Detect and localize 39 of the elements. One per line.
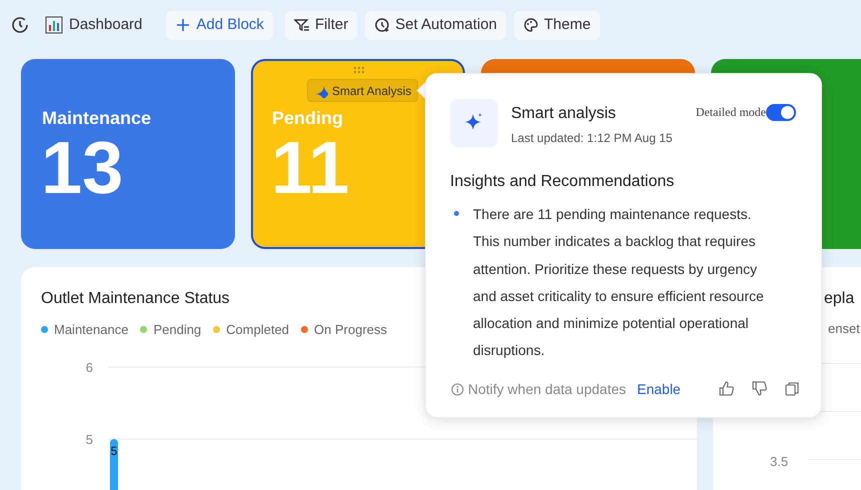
card-title: Pending <box>272 107 343 130</box>
axis-tick-label: 3.5 <box>770 453 788 471</box>
notify-text: Notify when data updates <box>468 380 626 399</box>
bullet-icon <box>454 211 459 216</box>
toolbar-button[interactable]: Set Automation <box>365 10 506 40</box>
drag-handle-icon[interactable] <box>353 66 365 74</box>
plus-icon <box>175 17 192 33</box>
legend-label: Completed <box>226 321 290 339</box>
chart-title: epla <box>824 289 854 309</box>
bar <box>110 438 118 490</box>
copy-icon[interactable] <box>785 381 799 396</box>
enable-link[interactable]: Enable <box>637 379 681 400</box>
clock-icon <box>374 17 390 33</box>
toolbar-button[interactable]: Theme <box>514 10 600 40</box>
info-icon <box>451 383 464 396</box>
legend-label: Pending <box>153 321 202 339</box>
smart-analysis-chip[interactable]: Smart Analysis <box>307 79 418 102</box>
detailed-mode-toggle[interactable] <box>766 104 796 121</box>
popover-title: Smart analysis <box>511 104 616 124</box>
legend-label: On Progress <box>314 321 388 339</box>
bar-value-label: 5 <box>110 444 118 458</box>
stat-card[interactable]: Maintenance 13 <box>21 59 235 249</box>
palette-icon <box>523 17 540 33</box>
legend-label: enset <box>828 320 860 338</box>
chart-title: Outlet Maintenance Status <box>41 289 230 309</box>
toolbar-button[interactable]: Filter <box>284 10 358 40</box>
filter-icon <box>294 17 310 33</box>
toggle-label: Detailed mode <box>696 104 766 121</box>
axis-tick-label: 5 <box>86 432 93 446</box>
last-updated-text: Last updated: 1:12 PM Aug 15 <box>511 130 672 147</box>
axis-tick-label: 6 <box>86 360 93 374</box>
chart-icon <box>45 16 63 34</box>
history-icon[interactable] <box>11 15 29 35</box>
dashboard-title: Dashboard <box>69 14 142 35</box>
legend-label: Maintenance <box>54 321 128 339</box>
thumbs-down-icon[interactable] <box>752 381 767 396</box>
insight-text: There are 11 pending maintenance requests. This number indicates a backlog that requires attention. Prioritize these requests by urgency and asset criticality to ensure efficient resource allocation and minimize potential operational disruptions. <box>473 205 765 360</box>
add-block-button[interactable]: Add Block <box>166 10 273 40</box>
thumbs-up-icon[interactable] <box>719 381 734 396</box>
